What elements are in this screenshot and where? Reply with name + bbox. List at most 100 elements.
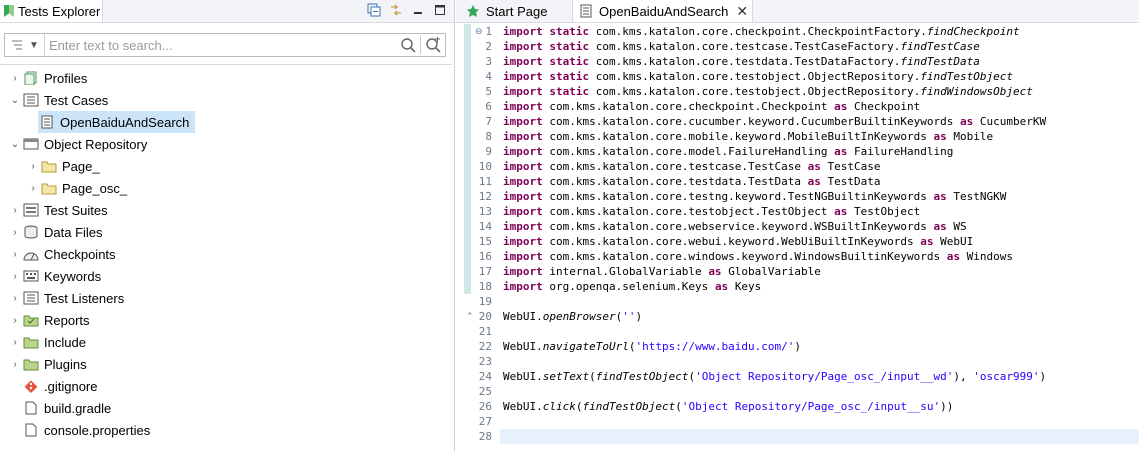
collapse-all-icon[interactable]	[366, 2, 382, 18]
maximize-icon[interactable]	[432, 2, 448, 18]
line-number: 28	[478, 430, 492, 443]
tab-label: Start Page	[486, 3, 548, 19]
editor-area: Start Page OpenBaiduAndSearch ✕ ⊖ ⌃ 1 imp…	[456, 0, 1139, 451]
code-line: import com.kms.katalon.core.testng.keywo…	[503, 190, 1007, 203]
search-actions	[398, 35, 445, 55]
tree-item-include[interactable]: › Include	[8, 331, 86, 353]
code-line: import static com.kms.katalon.core.testd…	[503, 55, 980, 68]
tree-item-label: Test Suites	[44, 202, 108, 218]
code-line: import com.kms.katalon.core.windows.keyw…	[503, 250, 1013, 263]
start-page-icon	[467, 5, 479, 17]
chevron-right-icon[interactable]: ›	[8, 357, 22, 371]
line-number: 9	[485, 145, 492, 158]
tree-item-console-properties[interactable]: console.properties	[22, 419, 150, 441]
tree-item-test-listeners[interactable]: › Test Listeners	[8, 287, 124, 309]
code-line: WebUI.setText(findTestObject('Object Rep…	[503, 370, 1047, 383]
line-number: 1	[485, 25, 492, 38]
line-number: 11	[478, 175, 492, 188]
advanced-search-icon[interactable]	[423, 35, 443, 55]
tree-item-label: Plugins	[44, 356, 87, 372]
folder-icon	[22, 334, 40, 350]
test-case-file-icon	[580, 4, 592, 18]
tree-item-label: Reports	[44, 312, 90, 328]
chevron-right-icon[interactable]: ›	[8, 269, 22, 283]
filter-button[interactable]: ▼	[5, 34, 45, 56]
code-line: import internal.GlobalVariable as Global…	[503, 265, 821, 278]
chevron-right-icon[interactable]: ›	[8, 225, 22, 239]
tab-open-baidu-and-search[interactable]: OpenBaiduAndSearch ✕	[572, 0, 753, 22]
line-number: 23	[478, 355, 492, 368]
tree-item-label: Test Cases	[44, 92, 109, 108]
code-line: import com.kms.katalon.core.checkpoint.C…	[503, 100, 921, 113]
object-repository-icon	[22, 136, 40, 152]
line-number: 6	[485, 100, 492, 113]
chevron-down-icon[interactable]: ⌄	[8, 93, 22, 107]
tree-item-keywords[interactable]: › Keywords	[8, 265, 101, 287]
tree-item-label: .gitignore	[44, 378, 98, 394]
tree-item-reports[interactable]: › Reports	[8, 309, 90, 331]
tree-item-plugins[interactable]: › Plugins	[8, 353, 87, 375]
chevron-right-icon[interactable]: ›	[8, 335, 22, 349]
tab-tests-explorer[interactable]: Tests Explorer	[0, 0, 103, 22]
tree-item-data-files[interactable]: › Data Files	[8, 221, 103, 243]
tree-item-label: Keywords	[44, 268, 102, 284]
tree-item-page-osc[interactable]: › Page_osc_	[26, 177, 127, 199]
search-icon[interactable]	[398, 35, 418, 55]
line-number: 27	[478, 415, 492, 428]
tests-explorer-tabbar: Tests Explorer	[0, 0, 454, 23]
file-icon	[22, 400, 40, 416]
code-line: import static com.kms.katalon.core.testo…	[503, 70, 1013, 83]
tree-item-label: Page_osc_	[62, 180, 128, 196]
chevron-right-icon[interactable]: ›	[8, 291, 22, 305]
tree-item-test-suites[interactable]: › Test Suites	[8, 199, 108, 221]
line-number: 19	[478, 295, 492, 308]
folder-icon	[22, 356, 40, 372]
tree-item-label: Profiles	[44, 70, 88, 86]
code-line: import com.kms.katalon.core.webui.keywor…	[503, 235, 974, 248]
tree-item-test-cases[interactable]: ⌄ Test Cases	[8, 89, 109, 111]
search-input[interactable]	[45, 34, 398, 56]
tree-item-label: Data Files	[44, 224, 103, 240]
line-number: 16	[478, 250, 492, 263]
file-icon	[22, 422, 40, 438]
tree-item-object-repository[interactable]: ⌄ Object Repository	[8, 133, 148, 155]
code-line: import com.kms.katalon.core.model.Failur…	[503, 145, 954, 158]
tab-start-page[interactable]: Start Page	[466, 0, 566, 22]
chevron-right-icon[interactable]: ›	[8, 313, 22, 327]
tree-item-open-baidu-and-search[interactable]: OpenBaiduAndSearch	[38, 111, 196, 133]
search-bar: ▼	[4, 33, 446, 57]
line-number: 21	[478, 325, 492, 338]
git-icon	[22, 378, 40, 394]
tree-item-profiles[interactable]: › Profiles	[8, 67, 87, 89]
line-number: 26	[478, 400, 492, 413]
tree-item-page[interactable]: › Page_	[26, 155, 99, 177]
tree-item-label: Checkpoints	[44, 246, 116, 262]
tests-explorer-panel: Tests Explorer ▼ Enter text to search...…	[0, 0, 455, 451]
line-number: 22	[478, 340, 492, 353]
minimize-icon[interactable]	[410, 2, 426, 18]
tree-item-gitignore[interactable]: .gitignore	[22, 375, 97, 397]
current-line-highlight	[500, 429, 1139, 444]
test-listeners-icon	[22, 290, 40, 306]
link-with-editor-icon[interactable]	[388, 2, 404, 18]
tree-item-build-gradle[interactable]: build.gradle	[22, 397, 111, 419]
chevron-right-icon[interactable]: ›	[8, 71, 22, 85]
editor-tabbar: Start Page OpenBaiduAndSearch ✕	[456, 0, 1139, 23]
line-number: 14	[478, 220, 492, 233]
chevron-right-icon[interactable]: ›	[26, 181, 40, 195]
project-tree: › Profiles ⌄ Test Cases OpenBaiduAndSear…	[0, 64, 452, 445]
code-line: import static com.kms.katalon.core.testo…	[503, 85, 1033, 98]
chevron-right-icon[interactable]: ›	[8, 203, 22, 217]
close-icon[interactable]: ✕	[736, 3, 748, 20]
keywords-icon	[22, 268, 40, 284]
code-line: import static com.kms.katalon.core.check…	[503, 25, 1020, 38]
chevron-down-icon: ▼	[29, 39, 39, 51]
tests-explorer-tab-label: Tests Explorer	[18, 3, 101, 19]
tree-item-checkpoints[interactable]: › Checkpoints	[8, 243, 116, 265]
line-number: 24	[478, 370, 492, 383]
chevron-right-icon[interactable]: ›	[8, 247, 22, 261]
chevron-down-icon[interactable]: ⌄	[8, 137, 22, 151]
test-suites-icon	[22, 202, 40, 218]
code-line: import com.kms.katalon.core.webservice.k…	[503, 220, 967, 233]
chevron-right-icon[interactable]: ›	[26, 159, 40, 173]
